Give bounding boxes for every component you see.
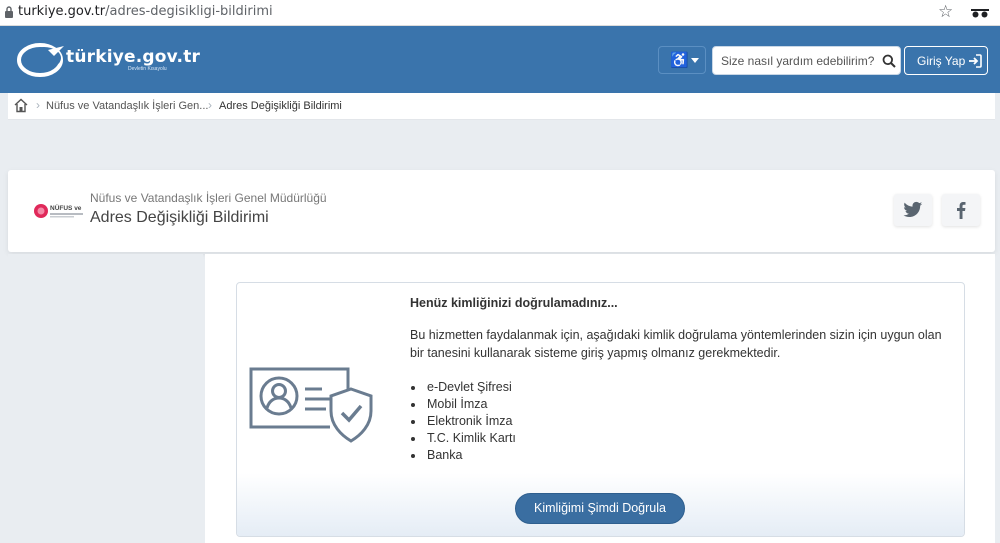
lock-icon (5, 6, 13, 18)
institution-name[interactable]: Nüfus ve Vatandaşlık İşleri Genel Müdürl… (90, 191, 327, 205)
left-sidebar (8, 254, 203, 543)
authentication-required-box: Henüz kimliğinizi doğrulamadınız... Bu h… (236, 282, 965, 537)
verify-identity-button[interactable]: Kimliğimi Şimdi Doğrula (515, 493, 685, 524)
url-host: turkiye.gov.tr (18, 4, 106, 19)
accessibility-menu-button[interactable]: ♿ (658, 46, 706, 74)
breadcrumb-item-current: Adres Değişikliği Bildirimi (219, 100, 342, 112)
home-icon[interactable] (13, 98, 29, 113)
incognito-icon[interactable] (971, 7, 989, 18)
breadcrumb: › Nüfus ve Vatandaşlık İşleri Gen... › A… (8, 93, 995, 120)
breadcrumb-item-institution[interactable]: Nüfus ve Vatandaşlık İşleri Gen... (46, 100, 208, 112)
bookmark-star-icon[interactable]: ☆ (938, 2, 953, 22)
search-icon[interactable] (882, 54, 896, 68)
institution-logo: NÜFUS ve (34, 203, 83, 218)
institution-logo-text: NÜFUS ve (50, 203, 82, 212)
search-input[interactable] (721, 52, 881, 70)
list-item: Banka (410, 447, 516, 464)
twitter-share-button[interactable] (894, 194, 932, 226)
url-text[interactable]: turkiye.gov.tr/adres-degisikligi-bildiri… (18, 4, 273, 19)
page-title: Adres Değişikliği Bildirimi (90, 209, 269, 226)
search-box[interactable] (712, 46, 901, 75)
login-button[interactable]: Giriş Yap (904, 46, 988, 75)
service-header-card: NÜFUS ve Nüfus ve Vatandaşlık İşleri Gen… (8, 170, 995, 252)
list-item: Elektronik İmza (410, 413, 516, 430)
list-item: e-Devlet Şifresi (410, 379, 516, 396)
url-path: /adres-degisikligi-bildirimi (105, 4, 273, 19)
wheelchair-icon: ♿ (670, 52, 689, 69)
browser-address-bar[interactable]: turkiye.gov.tr/adres-degisikligi-bildiri… (0, 0, 1000, 26)
facebook-icon (957, 202, 966, 219)
facebook-share-button[interactable] (942, 194, 980, 226)
list-item: T.C. Kimlik Kartı (410, 430, 516, 447)
auth-heading: Henüz kimliğinizi doğrulamadınız... (410, 296, 618, 310)
auth-description: Bu hizmetten faydalanmak için, aşağıdaki… (410, 328, 942, 360)
logo-text: türkiye.gov.tr (66, 47, 201, 67)
id-card-shield-icon (249, 367, 373, 443)
list-item: Mobil İmza (410, 396, 516, 413)
caret-down-icon (691, 58, 699, 63)
site-logo[interactable]: türkiye.gov.tr Devletin Kısayolu (16, 38, 200, 80)
breadcrumb-separator: › (208, 98, 212, 112)
auth-methods-list: e-Devlet Şifresi Mobil İmza Elektronik İ… (410, 379, 516, 464)
login-label: Giriş Yap (917, 54, 966, 68)
breadcrumb-separator: › (36, 98, 40, 112)
twitter-icon (903, 201, 923, 217)
logo-tagline: Devletin Kısayolu (128, 66, 167, 72)
sign-in-icon (969, 54, 982, 68)
